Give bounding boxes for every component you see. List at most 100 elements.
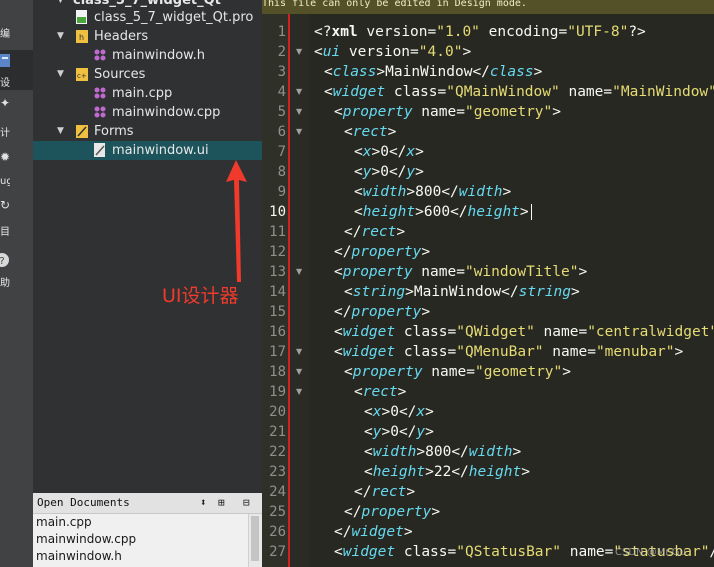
code-token: rect: [362, 384, 398, 400]
code-line[interactable]: <rect>: [344, 122, 396, 142]
code-token: rect: [371, 484, 407, 500]
fold-toggle-icon[interactable]: ▼: [296, 267, 302, 276]
code-line[interactable]: <widget class="QWidget" name="centralwid…: [334, 322, 714, 342]
code-token: <: [364, 404, 373, 420]
code-token: />: [709, 544, 714, 560]
code-token: <: [344, 364, 353, 380]
code-token: x: [406, 144, 416, 160]
updown-icon[interactable]: ⬍: [200, 493, 207, 513]
mode-design[interactable]: 设: [0, 50, 33, 90]
code-token: </: [441, 184, 459, 200]
hammer-icon: ✦: [0, 96, 11, 110]
code-token: <: [354, 184, 363, 200]
code-line[interactable]: </property>: [334, 242, 430, 262]
open-doc-item[interactable]: main.cpp: [36, 514, 92, 531]
code-line[interactable]: <height>22</height>: [364, 462, 530, 482]
code-line[interactable]: <widget class="QMenuBar" name="menubar">: [334, 342, 683, 362]
fold-toggle-icon[interactable]: ▼: [296, 127, 302, 136]
mode-bar: 编 设 ✦ 计 ✹ ug ↻ 目 ? 助: [0, 0, 33, 567]
code-token: >: [421, 304, 431, 320]
tree-item-forms[interactable]: ▼ Forms: [33, 122, 262, 141]
code-line[interactable]: <class>MainWindow</class>: [324, 62, 542, 82]
wrench-icon: ↻: [0, 198, 11, 212]
mode-build[interactable]: ✦ 计: [0, 96, 33, 139]
expand-arrow-icon[interactable]: ▼: [57, 65, 64, 84]
expand-arrow-icon[interactable]: ▼: [57, 122, 64, 141]
line-number: 6: [277, 124, 286, 140]
code-token: >: [371, 164, 381, 180]
code-token: >: [578, 264, 588, 280]
code-line[interactable]: </widget>: [334, 522, 413, 542]
mode-edit[interactable]: 编: [0, 0, 33, 40]
line-number: 4: [277, 84, 286, 100]
fold-toggle-icon[interactable]: ▼: [296, 387, 302, 396]
code-token: "QMenuBar": [456, 344, 544, 360]
code-token: "QMainWindow": [446, 84, 560, 100]
fold-toggle-icon[interactable]: ▼: [296, 347, 302, 356]
code-line[interactable]: <x>0</x>: [364, 402, 434, 422]
code-token: class=: [395, 344, 457, 360]
code-token: widget: [342, 544, 396, 560]
fold-toggle-icon[interactable]: ▼: [296, 87, 302, 96]
code-line[interactable]: <widget class="QMainWindow" name="MainWi…: [324, 82, 714, 102]
code-token: </: [398, 404, 417, 420]
code-line[interactable]: </property>: [344, 502, 440, 522]
code-editor[interactable]: <?xml version="1.0" encoding="UTF-8"?> <u…: [310, 14, 714, 567]
tree-item-header-file[interactable]: mainwindow.h: [33, 46, 262, 65]
code-line[interactable]: <property name="windowTitle">: [334, 262, 587, 282]
code-line[interactable]: <ui version="4.0">: [314, 42, 471, 62]
code-token: MainWindow: [413, 284, 502, 300]
code-line[interactable]: <width>800</width>: [364, 442, 521, 462]
tree-item-form-file[interactable]: mainwindow.ui: [33, 141, 262, 160]
cpp-file-icon: [94, 106, 106, 118]
code-line[interactable]: <?xml version="1.0" encoding="UTF-8"?>: [314, 22, 646, 42]
code-line[interactable]: <rect>: [354, 382, 406, 402]
tree-item-sources[interactable]: ▼ c+ Sources: [33, 65, 262, 84]
code-line[interactable]: <y>0</y>: [354, 162, 424, 182]
code-line[interactable]: <property name="geometry">: [334, 102, 561, 122]
open-docs-scrollbar[interactable]: [248, 514, 262, 567]
line-number: 11: [269, 224, 286, 240]
mode-debug[interactable]: ✹ ug: [0, 150, 33, 187]
code-line[interactable]: </rect>: [354, 482, 415, 502]
close-pane-icon[interactable]: ⊟: [243, 493, 250, 513]
code-line[interactable]: <x>0</x>: [354, 142, 424, 162]
code-token: version=: [340, 44, 419, 60]
code-line[interactable]: <property name="geometry">: [344, 362, 571, 382]
tree-item-headers[interactable]: ▼ h Headers: [33, 27, 262, 46]
code-line[interactable]: <y>0</y>: [364, 422, 434, 442]
line-number: 15: [269, 304, 286, 320]
tree-item-pro-file[interactable]: class_5_7_widget_Qt.pro: [33, 8, 262, 27]
scrollbar-thumb[interactable]: [251, 516, 259, 561]
code-token: <: [344, 124, 353, 140]
fold-toggle-icon[interactable]: ▼: [296, 107, 302, 116]
code-token: y: [416, 424, 426, 440]
code-line[interactable]: <height>600</height>: [354, 202, 529, 222]
code-token: </: [334, 304, 352, 320]
code-token: </: [334, 524, 352, 540]
tree-item-main-cpp[interactable]: main.cpp: [33, 84, 262, 103]
code-token: >: [431, 504, 441, 520]
fold-toggle-icon[interactable]: ▼: [296, 367, 302, 376]
code-token: >: [415, 164, 424, 180]
code-token: >: [462, 44, 472, 60]
line-number: 7: [277, 144, 286, 160]
tree-item-mainwindow-cpp[interactable]: mainwindow.cpp: [33, 103, 262, 122]
code-line[interactable]: </rect>: [344, 222, 405, 242]
code-token: width: [372, 444, 417, 460]
code-line[interactable]: <string>MainWindow</string>: [344, 282, 580, 302]
mode-projects[interactable]: ↻ 目: [0, 198, 33, 238]
expand-arrow-icon[interactable]: ▼: [57, 27, 64, 46]
code-line[interactable]: </property>: [334, 302, 430, 322]
code-line[interactable]: <width>800</width>: [354, 182, 511, 202]
code-token: class=: [395, 544, 457, 560]
code-token: <: [324, 64, 333, 80]
open-doc-item[interactable]: mainwindow.cpp: [36, 531, 136, 548]
code-token: </: [388, 164, 407, 180]
code-token: widget: [332, 84, 386, 100]
open-doc-item[interactable]: mainwindow.h: [36, 548, 122, 565]
split-icon[interactable]: ⊞: [218, 493, 225, 513]
mode-help[interactable]: ? 助: [0, 250, 33, 289]
fold-toggle-icon[interactable]: ▼: [296, 47, 302, 56]
code-token: MainWindow: [385, 64, 473, 80]
